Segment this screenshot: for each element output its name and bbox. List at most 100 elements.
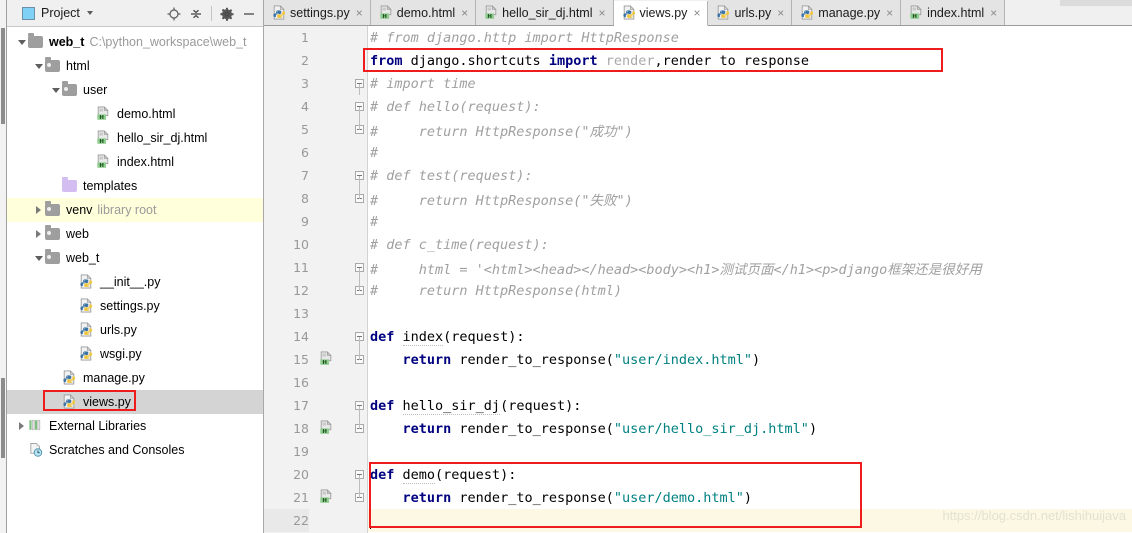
tree-item-venv[interactable]: venv library root bbox=[7, 198, 263, 222]
code-line[interactable]: 17 def hello_sir_dj(request): bbox=[264, 394, 1132, 417]
tree-item-urls-py[interactable]: urls.py bbox=[7, 318, 263, 342]
code-fold-marker[interactable] bbox=[352, 463, 366, 486]
code-fold-marker[interactable] bbox=[352, 72, 366, 95]
code-line[interactable]: 3 # import time bbox=[264, 72, 1132, 95]
code-line[interactable]: 8 # return HttpResponse("失败") bbox=[264, 187, 1132, 210]
code-fold-marker[interactable] bbox=[352, 256, 366, 279]
editor-tab-settings-py[interactable]: settings.py × bbox=[264, 0, 371, 25]
chevron-down-icon[interactable] bbox=[32, 63, 45, 69]
code-line-content[interactable] bbox=[368, 371, 1132, 394]
tree-item-html[interactable]: html bbox=[7, 54, 263, 78]
code-fold-marker[interactable] bbox=[352, 164, 366, 187]
chevron-down-icon[interactable] bbox=[49, 87, 62, 93]
tree-item-external-libraries[interactable]: External Libraries bbox=[7, 414, 263, 438]
chevron-right-icon[interactable] bbox=[32, 230, 45, 238]
code-fold-marker[interactable] bbox=[352, 118, 366, 141]
code-line-content[interactable]: return render_to_response("user/hello_si… bbox=[368, 417, 1132, 440]
code-fold-marker[interactable] bbox=[352, 394, 366, 417]
code-line[interactable]: 13 bbox=[264, 302, 1132, 325]
code-line[interactable]: 6 # bbox=[264, 141, 1132, 164]
code-line-content[interactable]: return render_to_response("user/index.ht… bbox=[368, 348, 1132, 371]
tree-item-demo-html[interactable]: Hdemo.html bbox=[7, 102, 263, 126]
code-line-content[interactable]: def demo(request): bbox=[368, 463, 1132, 486]
chevron-down-icon[interactable] bbox=[86, 11, 93, 15]
code-line-content[interactable]: # return HttpResponse("成功") bbox=[368, 118, 1132, 141]
code-line[interactable]: 9 # bbox=[264, 210, 1132, 233]
code-line[interactable]: 18 H return render_to_response("user/hell… bbox=[264, 417, 1132, 440]
code-line-content[interactable]: def hello_sir_dj(request): bbox=[368, 394, 1132, 417]
code-line[interactable]: 19 bbox=[264, 440, 1132, 463]
collapse-all-icon[interactable] bbox=[186, 4, 206, 24]
code-fold-marker[interactable] bbox=[352, 187, 366, 210]
code-line-content[interactable]: return render_to_response("user/demo.htm… bbox=[368, 486, 1132, 509]
code-line[interactable]: 1 # from django.http import HttpResponse bbox=[264, 26, 1132, 49]
close-icon[interactable]: × bbox=[356, 7, 363, 19]
chevron-right-icon[interactable] bbox=[32, 206, 45, 214]
code-line[interactable]: 16 bbox=[264, 371, 1132, 394]
tree-item-scratches-and-consoles[interactable]: Scratches and Consoles bbox=[7, 438, 263, 462]
tree-item-web-t[interactable]: web_t bbox=[7, 246, 263, 270]
editor-tab-urls-py[interactable]: urls.py × bbox=[708, 0, 793, 25]
editor-tab-hello-sir-dj-html[interactable]: Hhello_sir_dj.html × bbox=[476, 0, 614, 25]
locate-target-icon[interactable] bbox=[164, 4, 184, 24]
close-icon[interactable]: × bbox=[886, 7, 893, 19]
code-lines[interactable]: 1 # from django.http import HttpResponse 2… bbox=[264, 26, 1132, 532]
code-line-content[interactable]: # from django.http import HttpResponse bbox=[368, 26, 1132, 49]
close-icon[interactable]: × bbox=[598, 7, 605, 19]
code-line-content[interactable] bbox=[368, 440, 1132, 463]
code-line[interactable]: 5 # return HttpResponse("成功") bbox=[264, 118, 1132, 141]
editor-tab-demo-html[interactable]: Hdemo.html × bbox=[370, 0, 477, 25]
code-line-content[interactable]: from django.shortcuts import render,rend… bbox=[368, 49, 1132, 72]
code-line[interactable]: 4 # def hello(request): bbox=[264, 95, 1132, 118]
gear-icon[interactable] bbox=[217, 4, 237, 24]
tree-item-manage-py[interactable]: manage.py bbox=[7, 366, 263, 390]
tree-item-user[interactable]: user bbox=[7, 78, 263, 102]
chevron-right-icon[interactable] bbox=[15, 422, 28, 430]
close-icon[interactable]: × bbox=[777, 7, 784, 19]
code-line-content[interactable]: # return HttpResponse("失败") bbox=[368, 187, 1132, 210]
tree-item-views-py[interactable]: views.py bbox=[7, 390, 263, 414]
code-fold-marker[interactable] bbox=[352, 486, 366, 509]
gutter-html-file-icon[interactable]: H bbox=[319, 489, 336, 506]
editor-tab-manage-py[interactable]: manage.py × bbox=[792, 0, 902, 25]
chevron-down-icon[interactable] bbox=[15, 39, 28, 45]
code-line[interactable]: 2 from django.shortcuts import render,ren… bbox=[264, 49, 1132, 72]
editor-tab-views-py[interactable]: views.py × bbox=[613, 1, 709, 26]
code-line[interactable]: 11 # html = '<html><head></head><body><h1… bbox=[264, 256, 1132, 279]
code-editor[interactable]: 1 # from django.http import HttpResponse 2… bbox=[264, 26, 1132, 533]
code-line[interactable]: 10 # def c_time(request): bbox=[264, 233, 1132, 256]
close-icon[interactable]: × bbox=[693, 7, 700, 19]
tree-item-hello-sir-dj-html[interactable]: Hhello_sir_dj.html bbox=[7, 126, 263, 150]
code-line-content[interactable]: # def test(request): bbox=[368, 164, 1132, 187]
code-line-content[interactable] bbox=[368, 509, 1132, 532]
tree-item-templates[interactable]: templates bbox=[7, 174, 263, 198]
code-fold-marker[interactable] bbox=[352, 279, 366, 302]
code-fold-marker[interactable] bbox=[352, 325, 366, 348]
project-file-tree[interactable]: web_t C:\python_workspace\web_t html user Hd… bbox=[7, 27, 263, 462]
close-icon[interactable]: × bbox=[461, 7, 468, 19]
close-icon[interactable]: × bbox=[990, 7, 997, 19]
tree-item-wsgi-py[interactable]: wsgi.py bbox=[7, 342, 263, 366]
code-line[interactable]: 21 H return render_to_response("user/demo… bbox=[264, 486, 1132, 509]
code-fold-marker[interactable] bbox=[352, 417, 366, 440]
code-line[interactable]: 14 def index(request): bbox=[264, 325, 1132, 348]
tree-item-web-t[interactable]: web_t C:\python_workspace\web_t bbox=[7, 30, 263, 54]
tree-item-index-html[interactable]: Hindex.html bbox=[7, 150, 263, 174]
editor-tab-bar[interactable]: settings.py × Hdemo.html × Hhello_sir_dj.htm… bbox=[264, 0, 1132, 26]
code-fold-marker[interactable] bbox=[352, 95, 366, 118]
code-line[interactable]: 12 # return HttpResponse(html) bbox=[264, 279, 1132, 302]
tree-item-web[interactable]: web bbox=[7, 222, 263, 246]
editor-tab-index-html[interactable]: Hindex.html × bbox=[901, 0, 1006, 25]
code-line-content[interactable]: def index(request): bbox=[368, 325, 1132, 348]
code-line[interactable]: 15 H return render_to_response("user/inde… bbox=[264, 348, 1132, 371]
code-line-content[interactable]: # import time bbox=[368, 72, 1132, 95]
code-line-content[interactable]: # def hello(request): bbox=[368, 95, 1132, 118]
code-line-content[interactable] bbox=[368, 302, 1132, 325]
code-line-content[interactable]: # bbox=[368, 141, 1132, 164]
tree-item-init-py[interactable]: __init__.py bbox=[7, 270, 263, 294]
code-fold-marker[interactable] bbox=[352, 348, 366, 371]
code-line-content[interactable]: # html = '<html><head></head><body><h1>测… bbox=[368, 256, 1132, 279]
code-line-content[interactable]: # def c_time(request): bbox=[368, 233, 1132, 256]
gutter-html-file-icon[interactable]: H bbox=[319, 420, 336, 437]
minimize-icon[interactable] bbox=[239, 4, 259, 24]
